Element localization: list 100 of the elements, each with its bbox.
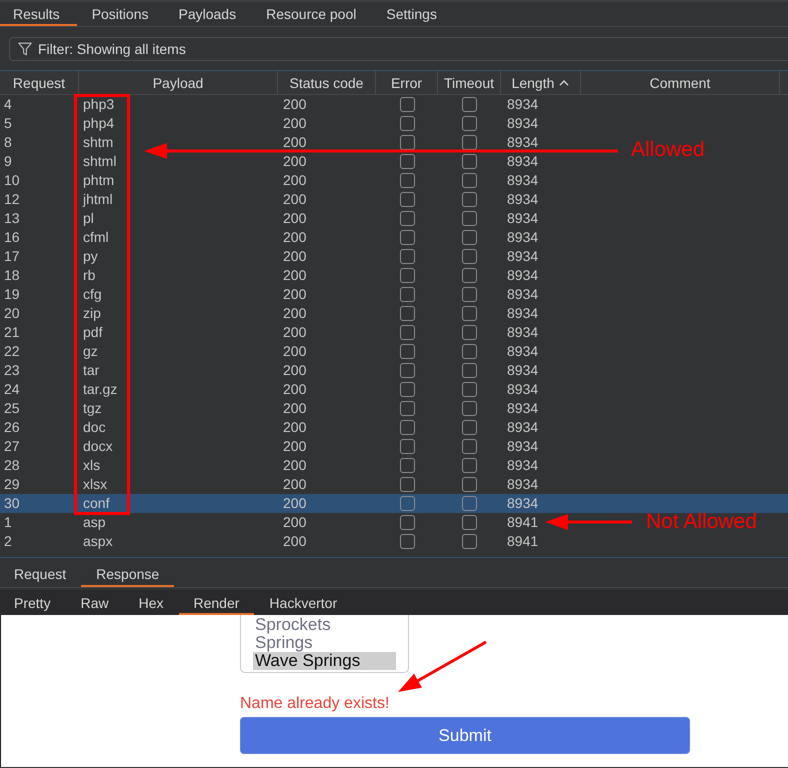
- table-row[interactable]: 13 pl 200 8934: [0, 209, 581, 228]
- checkbox[interactable]: [462, 97, 477, 112]
- table-row[interactable]: 2 aspx 200 8941: [0, 532, 581, 551]
- checkbox[interactable]: [400, 496, 414, 511]
- table-row[interactable]: 25 tgz 200 8934: [0, 399, 581, 418]
- checkbox[interactable]: [462, 230, 477, 245]
- checkbox[interactable]: [462, 306, 477, 321]
- column-header[interactable]: Timeout: [438, 71, 501, 94]
- submit-button[interactable]: Submit: [240, 717, 690, 754]
- table-row[interactable]: 9 shtml 200 8934: [0, 152, 581, 171]
- table-row[interactable]: 10 phtm 200 8934: [0, 171, 581, 190]
- column-header[interactable]: Comment: [581, 71, 780, 94]
- checkbox[interactable]: [462, 382, 477, 397]
- listbox[interactable]: Sprockets Springs Wave Springs: [240, 615, 409, 673]
- table-row[interactable]: 23 tar 200 8934: [0, 361, 581, 380]
- checkbox[interactable]: [400, 477, 414, 492]
- table-row[interactable]: 27 docx 200 8934: [0, 437, 581, 456]
- checkbox[interactable]: [400, 249, 414, 264]
- checkbox[interactable]: [462, 192, 477, 207]
- table-row[interactable]: 20 zip 200 8934: [0, 304, 581, 323]
- checkbox[interactable]: [462, 249, 477, 264]
- checkbox[interactable]: [462, 363, 477, 378]
- checkbox[interactable]: [400, 344, 414, 359]
- checkbox[interactable]: [400, 154, 414, 169]
- tab[interactable]: Results: [0, 2, 77, 26]
- checkbox[interactable]: [400, 458, 414, 473]
- checkbox[interactable]: [400, 382, 414, 397]
- column-header[interactable]: Length: [501, 71, 581, 94]
- checkbox[interactable]: [400, 420, 414, 435]
- table-row[interactable]: 22 gz 200 8934: [0, 342, 581, 361]
- checkbox[interactable]: [400, 363, 414, 378]
- checkbox[interactable]: [400, 230, 414, 245]
- checkbox[interactable]: [400, 211, 414, 226]
- column-header[interactable]: Payload: [79, 71, 278, 94]
- tab[interactable]: Request: [0, 561, 82, 587]
- checkbox[interactable]: [462, 287, 477, 302]
- checkbox[interactable]: [400, 439, 414, 454]
- tab[interactable]: Hex: [124, 590, 178, 615]
- tab[interactable]: Resource pool: [251, 2, 372, 26]
- table-cell-text: 24: [3, 380, 21, 399]
- table-row[interactable]: 30 conf 200 8934: [0, 494, 581, 513]
- tab[interactable]: Settings: [371, 2, 452, 26]
- table-cell-text: 8934: [506, 133, 540, 152]
- table-row[interactable]: 26 doc 200 8934: [0, 418, 581, 437]
- checkbox[interactable]: [400, 401, 414, 416]
- tab[interactable]: Pretty: [0, 590, 66, 615]
- table-row[interactable]: 29 xlsx 200 8934: [0, 475, 581, 494]
- table-row[interactable]: 24 tar.gz 200 8934: [0, 380, 581, 399]
- checkbox[interactable]: [462, 211, 477, 226]
- checkbox[interactable]: [462, 439, 477, 454]
- checkbox[interactable]: [400, 135, 414, 150]
- checkbox[interactable]: [462, 135, 477, 150]
- checkbox[interactable]: [462, 515, 477, 530]
- list-option[interactable]: Wave Springs: [253, 652, 396, 670]
- table-row[interactable]: 5 php4 200 8934: [0, 114, 581, 133]
- checkbox[interactable]: [400, 287, 414, 302]
- checkbox[interactable]: [400, 116, 414, 131]
- table-row[interactable]: 18 rb 200 8934: [0, 266, 581, 285]
- checkbox[interactable]: [462, 268, 477, 283]
- checkbox[interactable]: [400, 173, 414, 188]
- table-row[interactable]: 4 php3 200 8934: [0, 95, 581, 114]
- checkbox[interactable]: [462, 420, 477, 435]
- table-cell-text: 200: [282, 437, 308, 456]
- column-header[interactable]: Status code: [278, 71, 376, 94]
- checkbox[interactable]: [462, 325, 477, 340]
- tab[interactable]: Positions: [76, 2, 164, 26]
- table-row[interactable]: 16 cfml 200 8934: [0, 228, 581, 247]
- checkbox[interactable]: [400, 325, 414, 340]
- table-row[interactable]: 8 shtm 200 8934: [0, 133, 581, 152]
- checkbox[interactable]: [400, 306, 414, 321]
- tab[interactable]: Response: [81, 561, 174, 587]
- list-option[interactable]: Sprockets: [253, 616, 396, 634]
- tab[interactable]: Raw: [66, 590, 124, 615]
- checkbox[interactable]: [400, 192, 414, 207]
- checkbox[interactable]: [462, 477, 477, 492]
- list-option[interactable]: Springs: [253, 634, 396, 652]
- checkbox[interactable]: [462, 458, 477, 473]
- checkbox[interactable]: [462, 401, 477, 416]
- table-row[interactable]: 1 asp 200 8941: [0, 513, 581, 532]
- tab[interactable]: Payloads: [164, 2, 252, 26]
- table-cell-text: 200: [282, 456, 308, 475]
- checkbox[interactable]: [400, 268, 414, 283]
- column-header[interactable]: Request: [0, 71, 79, 94]
- table-row[interactable]: 17 py 200 8934: [0, 247, 581, 266]
- checkbox[interactable]: [400, 97, 414, 112]
- checkbox[interactable]: [462, 344, 477, 359]
- column-header[interactable]: Error: [376, 71, 438, 94]
- filter-field[interactable]: Filter: Showing all items: [9, 37, 788, 61]
- table-row[interactable]: 12 jhtml 200 8934: [0, 190, 581, 209]
- checkbox[interactable]: [462, 496, 477, 511]
- checkbox[interactable]: [462, 154, 477, 169]
- checkbox[interactable]: [462, 173, 477, 188]
- checkbox[interactable]: [462, 534, 477, 549]
- checkbox[interactable]: [400, 515, 414, 530]
- table-row[interactable]: 19 cfg 200 8934: [0, 285, 581, 304]
- tab[interactable]: Hackvertor: [254, 590, 352, 615]
- checkbox[interactable]: [400, 534, 414, 549]
- table-row[interactable]: 21 pdf 200 8934: [0, 323, 581, 342]
- table-row[interactable]: 28 xls 200 8934: [0, 456, 581, 475]
- checkbox[interactable]: [462, 116, 477, 131]
